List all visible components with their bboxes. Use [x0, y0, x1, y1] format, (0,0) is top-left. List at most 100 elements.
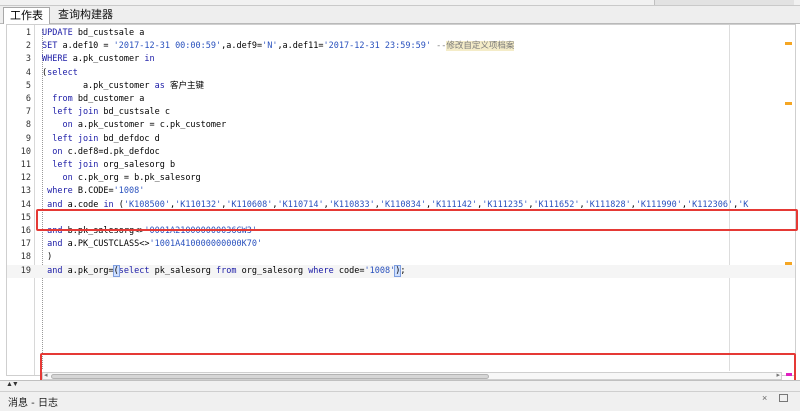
code-token: '1001A410000000000K70': [149, 239, 263, 250]
code-line[interactable]: 9 left join bd_defdoc d: [7, 133, 795, 146]
code-token: ;: [400, 265, 406, 276]
sql-editor[interactable]: 1 UPDATE bd_custsale a 2 SET a.def10 = '201…: [6, 24, 796, 376]
line-number: 9: [25, 133, 31, 144]
code-token: '2017-12-31 00:00:59': [113, 41, 222, 52]
code-line[interactable]: 1 UPDATE bd_custsale a: [7, 27, 795, 40]
line-number: 11: [20, 160, 31, 170]
overview-marker[interactable]: [785, 262, 792, 265]
code-token: left join: [52, 160, 99, 170]
line-number: 15: [20, 212, 31, 223]
code-text: and a.pk_org=(select pk_salesorg from or…: [42, 264, 406, 278]
code-token: where: [47, 186, 73, 197]
code-line[interactable]: 2 SET a.def10 = '2017-12-31 00:00:59',a.d…: [7, 40, 795, 53]
code-token: 客户主键: [169, 80, 204, 91]
code-text: UPDATE bd_custsale a: [42, 27, 144, 40]
code-token: ,a.def9=: [221, 41, 263, 52]
code-token: c.pk_org = b.pk_salesorg: [72, 173, 201, 184]
line-number: 6: [25, 94, 31, 104]
code-token: a.pk_customer = c.pk_customer: [72, 120, 227, 131]
code-text: a.pk_customer as 客户主键: [42, 80, 204, 93]
code-line[interactable]: 6 from bd_customer a: [7, 93, 795, 106]
line-number: 10: [20, 146, 31, 157]
line-number: 13: [20, 186, 31, 197]
message-panel-title: 消息 - 日志: [8, 398, 58, 409]
code-token: on: [52, 146, 63, 157]
highlight-box-line-14: [36, 209, 798, 231]
code-token: c.def8=d.pk_defdoc: [62, 146, 160, 157]
code-token: org_salesorg: [236, 265, 309, 276]
code-token: ): [42, 252, 53, 263]
code-token: 修改自定义项档案: [446, 41, 515, 52]
code-line[interactable]: 7 left join bd_custsale c: [7, 106, 795, 119]
tab-worksheet[interactable]: 工作表: [3, 7, 50, 24]
code-line[interactable]: 11 left join org_salesorg b: [7, 159, 795, 172]
code-line[interactable]: 4 (select: [7, 67, 795, 80]
code-text: and a.PK_CUSTCLASS<>'1001A410000000000K7…: [42, 238, 262, 251]
line-number: 2: [25, 41, 31, 52]
line-number: 12: [20, 173, 31, 184]
code-token: in: [144, 54, 155, 65]
code-token: '1008': [364, 265, 396, 276]
code-token: bd_customer a: [72, 94, 145, 104]
code-token: from: [52, 94, 73, 104]
code-line[interactable]: 13 where B.CODE='1008': [7, 185, 795, 198]
message-panel: ▲▼ 消息 - 日志 ×: [0, 380, 800, 411]
scroll-left-icon[interactable]: ◂: [44, 371, 48, 379]
code-text: left join bd_defdoc d: [42, 133, 159, 146]
code-token: bd_custsale a: [72, 28, 145, 38]
code-token: 'N': [262, 41, 278, 52]
code-text: ): [42, 251, 52, 264]
line-number: 16: [20, 226, 31, 236]
scroll-position-marker: [786, 373, 792, 376]
code-token: a.def10 =: [57, 41, 114, 52]
code-line[interactable]: 3 WHERE a.pk_customer in: [7, 53, 795, 66]
maximize-icon[interactable]: [779, 394, 788, 402]
line-number: 7: [25, 107, 31, 118]
code-line[interactable]: 5 a.pk_customer as 客户主键: [7, 80, 795, 93]
code-line[interactable]: 17 and a.PK_CUSTCLASS<>'1001A41000000000…: [7, 238, 795, 251]
code-token: a.PK_CUSTCLASS<>: [62, 239, 150, 250]
code-token: from: [216, 265, 237, 276]
code-text: SET a.def10 = '2017-12-31 00:00:59',a.de…: [42, 40, 515, 53]
code-token: a.pk_org=: [62, 265, 114, 276]
code-line[interactable]: 18 ): [7, 251, 795, 264]
code-line[interactable]: 8 on a.pk_customer = c.pk_customer: [7, 119, 795, 132]
editor-tabbar: 工作表 查询构建器: [0, 6, 800, 24]
code-text: WHERE a.pk_customer in: [42, 53, 155, 66]
code-text: left join bd_custsale c: [42, 106, 170, 119]
code-token: on: [62, 120, 73, 131]
line-number: 8: [25, 120, 31, 131]
code-token: bd_custsale c: [98, 107, 170, 118]
collapse-arrows-icon[interactable]: ▲▼: [6, 381, 19, 388]
code-token: '2017-12-31 23:59:59': [323, 41, 431, 52]
horizontal-scrollbar[interactable]: ◂ ▸: [42, 372, 782, 380]
code-line[interactable]: 12 on c.pk_org = b.pk_salesorg: [7, 172, 795, 185]
code-token: '1008': [113, 186, 145, 197]
scrollbar-thumb[interactable]: [51, 374, 489, 379]
scroll-right-icon[interactable]: ▸: [776, 371, 780, 379]
code-token: a.pk_customer: [67, 54, 145, 65]
close-icon[interactable]: ×: [762, 393, 767, 403]
code-token: where: [308, 265, 334, 276]
code-text: on c.pk_org = b.pk_salesorg: [42, 172, 201, 185]
tab-query-builder[interactable]: 查询构建器: [52, 7, 119, 24]
line-number: 19: [20, 265, 31, 276]
code-line[interactable]: 10 on c.def8=d.pk_defdoc: [7, 146, 795, 159]
code-token: as: [154, 80, 165, 91]
code-text: left join org_salesorg b: [42, 159, 175, 172]
code-token: left join: [52, 133, 99, 144]
code-text: on c.def8=d.pk_defdoc: [42, 146, 160, 159]
toolbar-handle[interactable]: [654, 0, 794, 5]
overview-marker[interactable]: [785, 102, 792, 105]
overview-marker[interactable]: [785, 42, 792, 45]
code-token: select: [118, 265, 150, 276]
code-token: org_salesorg b: [98, 160, 176, 170]
code-token: WHERE: [42, 54, 68, 65]
code-token: and: [47, 265, 63, 276]
code-line[interactable]: 19 and a.pk_org=(select pk_salesorg from…: [7, 264, 795, 278]
code-token: --: [430, 41, 447, 52]
